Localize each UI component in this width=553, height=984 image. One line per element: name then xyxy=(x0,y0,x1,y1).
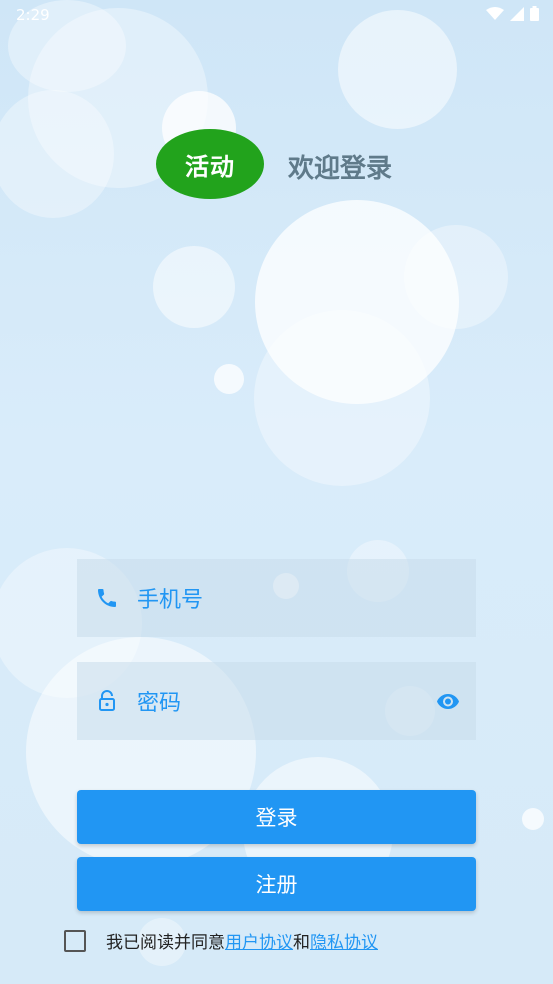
background-bubble xyxy=(254,310,430,486)
privacy-policy-link[interactable]: 隐私协议 xyxy=(310,928,378,953)
wifi-icon xyxy=(486,6,504,20)
status-bar: 2:29 xyxy=(0,0,553,28)
login-screen: 2:29 活动 欢迎登录 手机号 密码 登录 注册 我已阅读并同意 用户协议 和… xyxy=(0,0,553,984)
eye-icon[interactable] xyxy=(436,689,460,713)
agree-checkbox[interactable] xyxy=(64,929,86,952)
background-bubble xyxy=(0,90,114,218)
lock-icon xyxy=(99,690,115,711)
background-bubble xyxy=(404,225,508,329)
app-logo: 活动 xyxy=(156,129,264,199)
battery-icon xyxy=(530,6,539,21)
agreement-prefix: 我已阅读并同意 xyxy=(106,933,225,953)
phone-field[interactable]: 手机号 xyxy=(77,559,476,637)
background-bubble xyxy=(214,364,244,394)
background-bubble xyxy=(522,808,544,830)
password-field[interactable]: 密码 xyxy=(77,662,476,740)
logo-text: 活动 xyxy=(185,152,235,181)
phone-icon xyxy=(98,589,116,607)
register-button[interactable]: 注册 xyxy=(77,857,476,911)
user-agreement-link[interactable]: 用户协议 xyxy=(225,928,293,953)
password-input[interactable]: 密码 xyxy=(137,685,181,717)
signal-icon xyxy=(510,6,524,21)
agreement-row: 我已阅读并同意 用户协议和隐私协议 xyxy=(64,928,378,953)
status-icons xyxy=(486,6,539,21)
welcome-title: 欢迎登录 xyxy=(288,154,393,184)
agreement-conjunction: 和 xyxy=(293,933,310,953)
background-bubble xyxy=(153,246,235,328)
login-button[interactable]: 登录 xyxy=(77,790,476,844)
status-time: 2:29 xyxy=(16,6,50,24)
phone-input[interactable]: 手机号 xyxy=(137,582,203,614)
